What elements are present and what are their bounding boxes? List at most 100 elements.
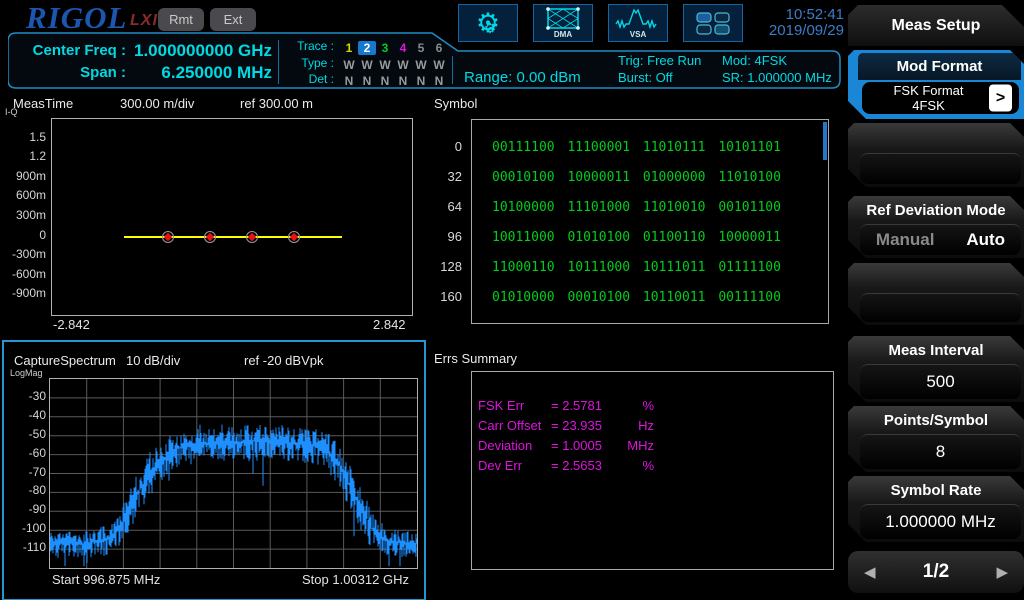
- trace-number[interactable]: 6: [430, 41, 448, 55]
- trace-type: W: [376, 58, 394, 72]
- option-auto[interactable]: Auto: [966, 230, 1005, 250]
- menu-item-label: Ref Deviation Mode: [848, 196, 1024, 224]
- time-display: 10:52:41: [744, 7, 844, 23]
- trace-number[interactable]: 1: [340, 41, 358, 55]
- spectrum-ytick: -80: [8, 483, 46, 497]
- symbol-row-index: 64: [426, 199, 462, 214]
- symbol-row-index: 160: [426, 289, 462, 304]
- symbol-row-bits: 11000110 10111000 10111011 01111100: [492, 260, 781, 275]
- menu-item-points-per-symbol[interactable]: Points/Symbol 8: [848, 406, 1024, 472]
- err-unit: %: [642, 458, 654, 473]
- err-row: FSK Err= 2.5781%: [478, 398, 654, 413]
- trace-dets: NNNNNN: [340, 72, 448, 90]
- scrollbar[interactable]: [823, 122, 827, 160]
- trace-number[interactable]: 3: [376, 41, 394, 55]
- trace-marker: [204, 231, 216, 243]
- spectrum-ytick: -30: [8, 389, 46, 403]
- trace-marker: [288, 231, 300, 243]
- points-per-symbol-value: 8: [860, 434, 1021, 469]
- menu-item-label: [848, 123, 1024, 151]
- spectrum-ytick: -50: [8, 427, 46, 441]
- statusbar-divider: [278, 40, 279, 84]
- meas-interval-value: 500: [860, 364, 1021, 399]
- symbol-row-bits: 10100000 11101000 11010010 00101100: [492, 200, 781, 215]
- page-prev-icon[interactable]: ◀: [864, 563, 876, 581]
- spectrum-ytick: -100: [8, 521, 46, 535]
- trace-type: W: [394, 58, 412, 72]
- spectrum-chart: [49, 378, 418, 569]
- err-name: Dev Err: [478, 458, 551, 473]
- meastime-trace-line: [124, 236, 342, 238]
- constellation-icon: [544, 7, 582, 30]
- symbol-row: 16001010000 00010100 10110011 00111100: [426, 288, 781, 304]
- symbol-rate-value: 1.000000 MHz: [860, 504, 1021, 539]
- meastime-ytick: 1.5: [2, 130, 46, 144]
- err-eq: =: [551, 438, 559, 453]
- statusbar-divider: [452, 56, 453, 84]
- span-value: 6.250000 MHz: [126, 63, 272, 83]
- range-readout: Range: 0.00 dBm: [464, 69, 581, 86]
- page-indicator: 1/2: [923, 561, 949, 583]
- spectrum-ytick: -110: [8, 540, 46, 554]
- err-row: Dev Err= 2.5653%: [478, 458, 654, 473]
- trace-number[interactable]: 5: [412, 41, 430, 55]
- page-next-icon[interactable]: ▶: [996, 563, 1008, 581]
- spectrum-start-label: Start 996.875 MHz: [52, 572, 160, 587]
- err-name: Deviation: [478, 438, 551, 453]
- spectrum-title: CaptureSpectrum: [14, 353, 116, 368]
- symbol-row-index: 96: [426, 229, 462, 244]
- chevron-right-icon[interactable]: >: [989, 85, 1012, 112]
- err-name: Carr Offset: [478, 418, 551, 433]
- err-value: 2.5653: [562, 458, 602, 473]
- meastime-title: MeasTime: [13, 96, 73, 111]
- mod-readout: Mod: 4FSK: [722, 53, 787, 68]
- capture-spectrum-panel[interactable]: CaptureSpectrum 10 dB/div ref -20 dBVpk …: [2, 340, 426, 600]
- err-value: 1.0005: [562, 438, 602, 453]
- meastime-format: I-Q: [5, 107, 18, 117]
- trace-det: N: [340, 74, 358, 88]
- menu-item-meas-interval[interactable]: Meas Interval 500: [848, 336, 1024, 402]
- trace-label: Trace :: [284, 39, 334, 53]
- menu-item-label: Symbol Rate: [848, 476, 1024, 504]
- err-row: Carr Offset= 23.935Hz: [478, 418, 654, 433]
- span-label: Span :: [14, 64, 126, 81]
- err-row: Deviation= 1.0005MHz: [478, 438, 654, 453]
- err-eq: =: [551, 418, 559, 433]
- trace-det: N: [394, 74, 412, 88]
- trace-numbers: 123456: [340, 39, 448, 57]
- trace-number[interactable]: 4: [394, 41, 412, 55]
- spectrum-ytick: -60: [8, 446, 46, 460]
- menu-item-label: Mod Format: [858, 53, 1021, 80]
- meastime-ytick: -300m: [2, 247, 46, 261]
- err-eq: =: [551, 398, 559, 413]
- symbol-row-index: 128: [426, 259, 462, 274]
- meastime-chart: [51, 118, 413, 316]
- spectrum-format: LogMag: [10, 368, 43, 378]
- err-value: 2.5781: [562, 398, 602, 413]
- menu-item-symbol-rate[interactable]: Symbol Rate 1.000000 MHz: [848, 476, 1024, 542]
- option-manual[interactable]: Manual: [876, 230, 935, 250]
- trace-det: N: [412, 74, 430, 88]
- symbol-row: 3200010100 10000011 01000000 11010100: [426, 168, 781, 184]
- symbol-row-index: 32: [426, 169, 462, 184]
- meastime-scale: 300.00 m/div: [120, 96, 194, 111]
- menu-item-mod-format[interactable]: Mod Format FSK Format 4FSK >: [848, 50, 1024, 119]
- meastime-xmin: -2.842: [53, 317, 90, 332]
- spectrum-ytick: -70: [8, 465, 46, 479]
- menu-item-label: Meas Interval: [848, 336, 1024, 364]
- sr-readout: SR: 1.000000 MHz: [722, 70, 832, 85]
- instrument-screen: RIGOL LXI Rmt Ext ⚙⚙ DMA VSA: [0, 0, 1024, 600]
- center-freq-value: 1.000000000 GHz: [126, 41, 272, 61]
- burst-readout: Burst: Off: [618, 70, 673, 85]
- symbol-row-bits: 00111100 11100001 11010111 10101101: [492, 140, 781, 155]
- trace-type: W: [340, 58, 358, 72]
- meastime-xmax: 2.842: [373, 317, 406, 332]
- trace-type: W: [358, 58, 376, 72]
- trace-number[interactable]: 2: [358, 41, 376, 55]
- spectrum-ytick: -40: [8, 408, 46, 422]
- err-eq: =: [551, 458, 559, 473]
- center-freq-label: Center Freq :: [14, 42, 126, 59]
- menu-item-ref-deviation-mode[interactable]: Ref Deviation Mode Manual Auto: [848, 196, 1024, 258]
- trace-marker: [246, 231, 258, 243]
- symbol-row-index: 0: [426, 139, 462, 154]
